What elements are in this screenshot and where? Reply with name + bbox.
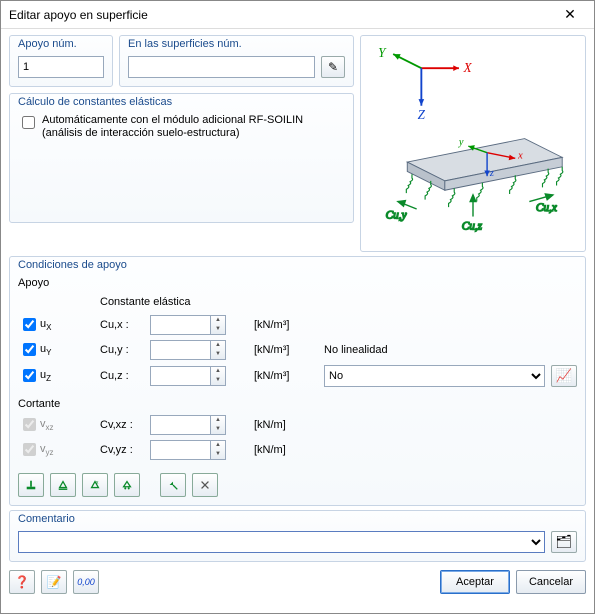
units-icon: 0,00 — [77, 577, 95, 587]
surfaces-group: En las superficies núm. ✎ — [119, 35, 354, 87]
cvxz-unit: [kN/m] — [254, 419, 304, 431]
comment-group: Comentario 🗂 — [9, 510, 586, 562]
nonlinearity-label: No linealidad — [324, 344, 577, 356]
graph-icon: 📈 — [556, 368, 573, 384]
cvxz-input[interactable]: ▲▼ — [150, 415, 230, 435]
cux-unit: [kN/m³] — [254, 319, 304, 331]
svg-text:Cu,x: Cu,x — [536, 202, 557, 214]
comment-legend: Comentario — [16, 513, 77, 525]
notes-button[interactable]: 📝 — [41, 570, 67, 594]
none-check-icon — [199, 478, 211, 492]
support-type-4-button[interactable] — [114, 473, 140, 497]
svg-text:x: x — [517, 150, 523, 161]
svg-text:Z: Z — [418, 107, 426, 122]
cvxz-label: Cv,xz : — [100, 419, 150, 431]
window-title: Editar apoyo en superficie — [9, 8, 554, 22]
uz-checkbox[interactable] — [22, 369, 37, 382]
vyz-checkbox — [22, 443, 37, 456]
support-roller-icon — [121, 478, 133, 492]
cvyz-unit: [kN/m] — [254, 444, 304, 456]
cuz-unit: [kN/m³] — [254, 370, 304, 382]
apoyo-head: Apoyo — [18, 277, 150, 289]
svg-text:X: X — [463, 60, 473, 75]
uz-label: uZ — [40, 369, 100, 383]
titlebar: Editar apoyo en superficie ✕ — [1, 1, 594, 29]
cortante-head: Cortante — [18, 398, 577, 410]
preview-illustration: X Y Z — [365, 40, 581, 247]
close-button[interactable]: ✕ — [554, 3, 586, 27]
cuz-label: Cu,z : — [100, 370, 150, 382]
dialog-window: Editar apoyo en superficie ✕ Apoyo núm. … — [0, 0, 595, 614]
support-pinned-icon — [57, 478, 69, 492]
support-x-icon: x — [89, 478, 101, 492]
preview-pane: X Y Z — [360, 35, 586, 252]
support-type-3-button[interactable]: x — [82, 473, 108, 497]
comment-combo[interactable] — [18, 531, 545, 553]
auto-soilin-label: Automáticamente con el módulo adicional … — [42, 114, 303, 140]
surfaces-label: En las superficies núm. — [126, 38, 244, 50]
support-conditions-legend: Condiciones de apoyo — [16, 259, 129, 271]
cux-input[interactable]: ▲▼ — [150, 315, 230, 335]
comment-library-button[interactable]: 🗂 — [551, 531, 577, 553]
notes-icon: 📝 — [47, 575, 62, 589]
surfaces-input[interactable] — [128, 56, 315, 78]
cuy-input[interactable]: ▲▼ — [150, 340, 230, 360]
support-number-label: Apoyo núm. — [16, 38, 79, 50]
auto-soilin-checkbox[interactable] — [22, 116, 35, 129]
svg-text:y: y — [458, 137, 464, 148]
cux-label: Cu,x : — [100, 319, 150, 331]
units-button[interactable]: 0,00 — [73, 570, 99, 594]
support-type-1-button[interactable] — [18, 473, 44, 497]
library-icon: 🗂 — [556, 534, 573, 550]
help-icon: ❓ — [15, 575, 30, 589]
support-number-group: Apoyo núm. — [9, 35, 113, 87]
ok-button[interactable]: Aceptar — [440, 570, 510, 594]
none-checked-button[interactable] — [192, 473, 218, 497]
cuy-unit: [kN/m³] — [254, 344, 304, 356]
svg-text:Cu,y: Cu,y — [386, 209, 407, 221]
pick-surfaces-button[interactable]: ✎ — [321, 56, 345, 78]
const-head: Constante elástica — [100, 296, 304, 308]
svg-text:Y: Y — [378, 45, 387, 60]
ux-checkbox[interactable] — [22, 318, 37, 331]
support-type-2-button[interactable] — [50, 473, 76, 497]
elastic-calc-group: Cálculo de constantes elásticas Automáti… — [9, 93, 354, 223]
cuy-label: Cu,y : — [100, 344, 150, 356]
pick-icon: ✎ — [328, 60, 338, 74]
vxz-checkbox — [22, 418, 37, 431]
all-checked-button[interactable] — [160, 473, 186, 497]
nonlinearity-options-button[interactable]: 📈 — [551, 365, 577, 387]
svg-text:x: x — [96, 480, 99, 486]
help-button[interactable]: ❓ — [9, 570, 35, 594]
svg-text:Cu,z: Cu,z — [462, 221, 483, 233]
auto-soilin-row[interactable]: Automáticamente con el módulo adicional … — [18, 114, 345, 140]
svg-text:z: z — [489, 168, 494, 179]
cancel-button[interactable]: Cancelar — [516, 570, 586, 594]
uy-label: uY — [40, 343, 100, 357]
ux-label: uX — [40, 318, 100, 332]
nonlinearity-select[interactable]: No — [324, 365, 545, 387]
support-fixed-icon — [25, 478, 37, 492]
uy-checkbox[interactable] — [22, 343, 37, 356]
support-conditions-group: Condiciones de apoyo Apoyo Constante elá… — [9, 256, 586, 506]
support-number-input[interactable] — [18, 56, 104, 78]
cvyz-input[interactable]: ▲▼ — [150, 440, 230, 460]
cvyz-label: Cv,yz : — [100, 444, 150, 456]
all-check-icon — [167, 478, 179, 492]
vxz-label: vxz — [40, 418, 100, 432]
cuz-input[interactable]: ▲▼ — [150, 366, 230, 386]
elastic-calc-legend: Cálculo de constantes elásticas — [16, 96, 174, 108]
vyz-label: vyz — [40, 443, 100, 457]
